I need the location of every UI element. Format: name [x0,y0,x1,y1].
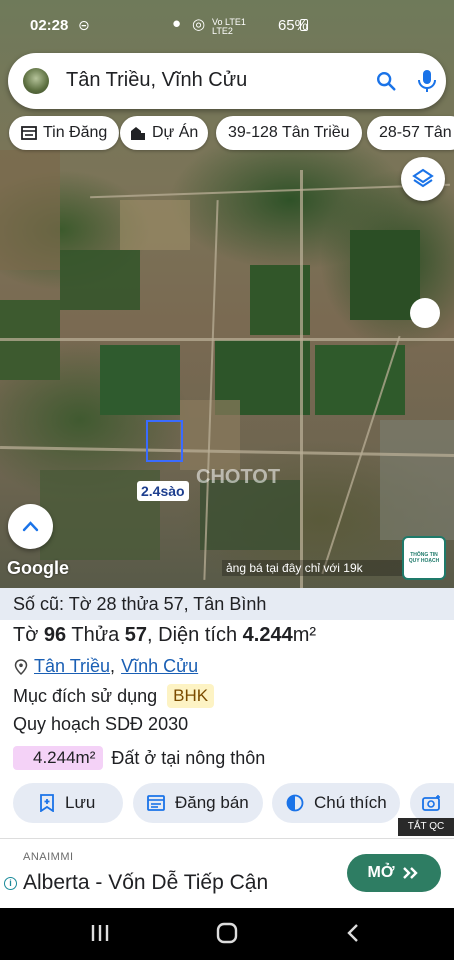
ad-cta-label: MỞ [367,864,395,881]
map-field [100,345,180,415]
map-field [60,250,140,310]
area-value: 4.244 [242,624,293,646]
building-icon [131,127,145,140]
map-ad-strip[interactable]: ảng bá tại đây chỉ với 19k [222,560,412,576]
land-type-row: 4.244m² Đất ở tại nông thôn [13,746,265,770]
chip-label: Tin Đăng [43,124,108,141]
recent-apps-icon[interactable] [90,922,110,944]
land-purpose: Mục đích sử dụng BHK [13,684,215,708]
area-unit: m² [292,624,317,646]
location-line: Tân Triều, Vĩnh Cửu [14,656,198,677]
purpose-code-badge: BHK [167,684,215,708]
ad-info-icon[interactable]: i [4,877,17,890]
map-field [0,150,60,270]
map-road [90,183,450,199]
search-bar[interactable]: Tân Triều, Vĩnh Cửu [8,53,446,109]
mic-icon[interactable] [416,68,438,94]
chip-label: 28-57 Tân [379,124,452,141]
battery-icon [300,19,308,31]
map-road [0,338,454,341]
camera-add-icon [422,795,440,811]
ad-open-button[interactable]: MỞ [347,854,441,892]
area-label: , Diện tích [147,624,238,646]
camera-button[interactable] [410,783,454,823]
search-icon[interactable] [375,70,397,92]
location-separator: , [110,656,116,676]
sheet-number: 96 [43,624,67,646]
map-field [380,420,454,540]
car-icon: ⊝ [78,17,90,33]
signal-text: Vo LTE1 LTE2 [212,17,246,36]
purpose-label: Mục đích sử dụng [13,685,158,706]
parcel-number: 57 [124,624,148,646]
parcel-info-panel: Số cũ: Tờ 28 thửa 57, Tân Bình Tờ 96 Thử… [0,588,454,838]
map-field [120,200,190,250]
status-bar: 02:28 ⊝ ● ◎ Vo LTE1 LTE2 65% [0,0,454,48]
post-sale-label: Đăng bán [175,793,249,812]
pin-icon [14,658,28,675]
ad-title[interactable]: Alberta - Vốn Dễ Tiếp Cận [23,871,268,895]
district-link[interactable]: Vĩnh Cửu [121,656,198,677]
map-field [350,230,420,320]
parcel-area-label: 2.4sào [137,481,189,501]
note-button[interactable]: Chú thích [272,783,400,823]
close-ads-button[interactable]: TẮT QC [398,818,454,836]
chip-tin-dang[interactable]: Tin Đăng [9,116,120,150]
bookmark-add-icon [40,794,54,812]
chevron-up-icon [22,521,39,532]
status-time: 02:28 [30,17,69,34]
wifi-icon: ◎ [192,16,206,33]
layers-button[interactable] [401,157,445,201]
map-field [200,480,300,550]
land-type-desc: Đất ở tại nông thôn [111,747,266,768]
watermark: CHOTOT [196,466,281,488]
sheet-label: Tờ [13,624,39,646]
save-label: Lưu [65,793,96,812]
planning-year: Quy hoạch SDĐ 2030 [13,714,189,734]
chip-28-57[interactable]: 28-57 Tân [367,116,454,150]
satellite-map[interactable]: 02:28 ⊝ ● ◎ Vo LTE1 LTE2 65% Tân Triều, … [0,0,454,588]
parcel-outline[interactable] [146,420,183,462]
note-label: Chú thích [314,793,387,812]
map-handle[interactable] [410,298,440,328]
chip-39-128[interactable]: 39-128 Tân Triều [216,116,362,150]
old-parcel-info: Số cũ: Tờ 28 thửa 57, Tân Bình [0,588,454,620]
save-button[interactable]: Lưu [13,783,123,823]
parcel-label: Thửa [71,624,120,646]
double-chevron-right-icon [403,867,419,879]
badge-line: QUY HOẠCH [408,558,440,564]
system-nav-bar [0,908,454,960]
expand-button[interactable] [8,504,53,549]
post-sale-button[interactable]: Đăng bán [133,783,263,823]
home-icon[interactable] [216,922,238,944]
parcel-summary: Tờ 96 Thửa 57, Diện tích 4.244m² [13,624,316,647]
ad-brand: ANAIMMI [23,851,74,863]
search-query[interactable]: Tân Triều, Vĩnh Cửu [66,69,247,92]
post-icon [147,795,165,811]
chip-du-an[interactable]: Dự Án [120,116,209,150]
listing-icon [21,126,37,140]
back-icon[interactable] [345,922,361,944]
layers-icon [412,168,434,188]
contrast-icon [286,794,304,812]
google-logo: Google [7,558,69,578]
avatar[interactable] [23,68,49,94]
location-icon: ● [172,15,182,32]
chip-label: Dự Án [152,124,199,141]
ward-link[interactable]: Tân Triều [34,656,110,677]
chip-label: 39-128 Tân Triều [228,124,350,141]
ad-banner[interactable]: ANAIMMI i Alberta - Vốn Dễ Tiếp Cận MỞ [0,838,454,908]
map-road [300,170,303,588]
land-area-badge: 4.244m² [13,746,104,770]
planning-info-badge[interactable]: THÔNG TIN QUY HOẠCH [402,536,446,580]
